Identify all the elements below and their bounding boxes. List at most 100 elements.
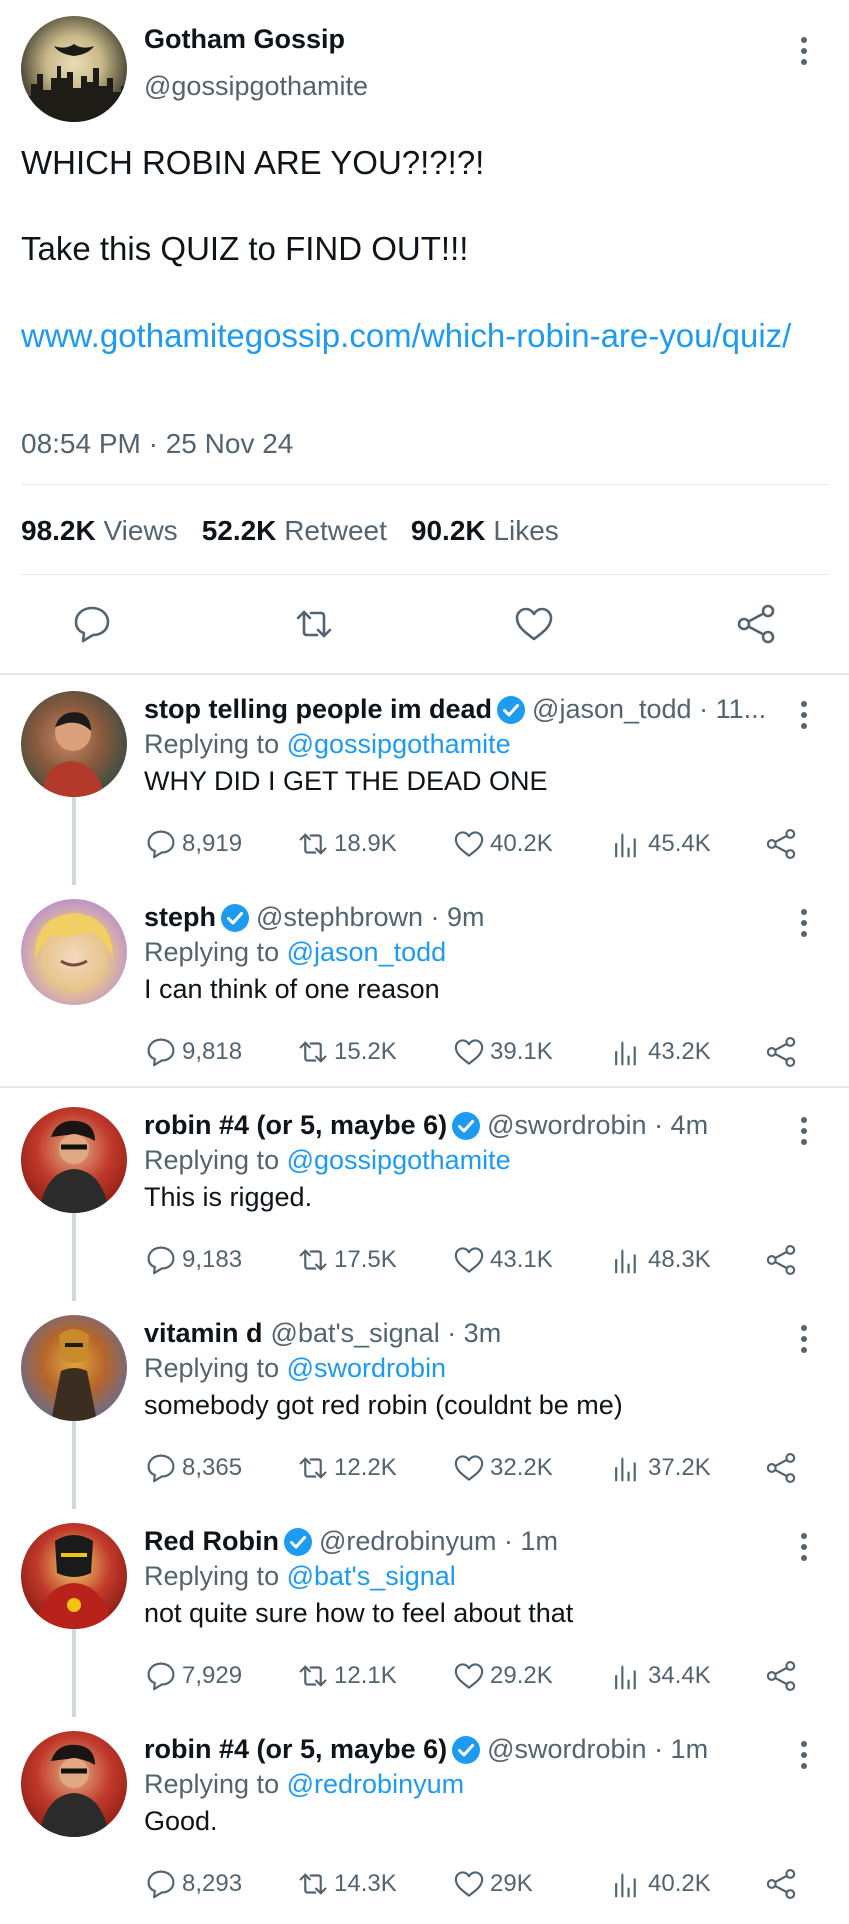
more-options-icon[interactable] xyxy=(794,1738,814,1772)
like-button[interactable]: 32.2K xyxy=(452,1450,553,1486)
views-button[interactable]: 37.2K xyxy=(610,1450,711,1486)
display-name[interactable]: vitamin d xyxy=(144,1318,263,1349)
retweet-count: 14.3K xyxy=(334,1870,397,1897)
views-count: 37.2K xyxy=(648,1454,711,1481)
share-button[interactable] xyxy=(764,1034,802,1070)
views-button[interactable]: 48.3K xyxy=(610,1242,711,1278)
reply-count: 9,818 xyxy=(182,1038,243,1065)
replying-to-handle[interactable]: @gossipgothamite xyxy=(287,729,511,759)
reply-text: I can think of one reason xyxy=(144,974,440,1004)
retweet-icon[interactable] xyxy=(292,602,336,646)
share-icon[interactable] xyxy=(734,602,778,646)
reply-tweet: robin #4 (or 5, maybe 6) @swordrobin · 4… xyxy=(0,1092,849,1301)
reply-icon[interactable] xyxy=(70,602,114,646)
reply-tweet: stop telling people im dead @jason_todd … xyxy=(0,676,849,885)
views-icon xyxy=(615,1041,636,1066)
display-name[interactable]: Red Robin xyxy=(144,1526,279,1557)
retweet-button[interactable]: 14.3K xyxy=(296,1866,397,1902)
reply-button[interactable]: 7,929 xyxy=(144,1658,242,1694)
avatar[interactable] xyxy=(21,1731,127,1837)
reply-button[interactable]: 9,818 xyxy=(144,1034,242,1070)
views-stat[interactable]: 98.2K Views xyxy=(21,515,178,547)
share-button[interactable] xyxy=(764,1242,802,1278)
reply-text: Good. xyxy=(144,1806,218,1836)
avatar[interactable] xyxy=(21,691,127,797)
avatar[interactable] xyxy=(21,1107,127,1213)
reply-button[interactable]: 8,919 xyxy=(144,826,242,862)
display-name[interactable]: robin #4 (or 5, maybe 6) xyxy=(144,1734,447,1765)
retweet-button[interactable]: 12.2K xyxy=(296,1450,397,1486)
thread-line xyxy=(72,1421,76,1509)
reply-actions: 8,365 12.2K 32.2K 37.2K xyxy=(144,1450,804,1486)
retweet-button[interactable]: 18.9K xyxy=(296,826,397,862)
share-button[interactable] xyxy=(764,826,802,862)
verified-badge-icon xyxy=(497,695,526,724)
views-icon xyxy=(615,833,636,858)
replying-to: Replying to @bat's_signal xyxy=(144,1561,456,1592)
handle-and-time[interactable]: @swordrobin · 1m xyxy=(487,1734,708,1765)
handle-and-time[interactable]: @stephbrown · 9m xyxy=(256,902,485,933)
like-button[interactable]: 29K xyxy=(452,1866,533,1902)
reply-text: not quite sure how to feel about that xyxy=(144,1598,574,1628)
like-icon xyxy=(454,1039,484,1065)
share-icon xyxy=(766,1869,796,1899)
like-button[interactable]: 40.2K xyxy=(452,826,553,862)
reply-actions: 7,929 12.1K 29.2K 34.4K xyxy=(144,1658,804,1694)
replying-to-handle[interactable]: @bat's_signal xyxy=(287,1561,456,1591)
views-button[interactable]: 43.2K xyxy=(610,1034,711,1070)
replying-to-handle[interactable]: @redrobinyum xyxy=(287,1769,464,1799)
more-options-icon[interactable] xyxy=(794,1322,814,1356)
retweet-button[interactable]: 15.2K xyxy=(296,1034,397,1070)
views-button[interactable]: 40.2K xyxy=(610,1866,711,1902)
share-button[interactable] xyxy=(764,1866,802,1902)
tweet-text-line-1: WHICH ROBIN ARE YOU?!?!?! xyxy=(21,144,485,181)
views-count: 48.3K xyxy=(648,1246,711,1273)
views-button[interactable]: 45.4K xyxy=(610,826,711,862)
replying-to-handle[interactable]: @gossipgothamite xyxy=(287,1145,511,1175)
likes-stat[interactable]: 90.2K Likes xyxy=(411,515,559,547)
thread-line xyxy=(72,1629,76,1717)
more-options-icon[interactable] xyxy=(794,698,814,732)
handle-and-time[interactable]: @redrobinyum · 1m xyxy=(319,1526,558,1557)
retweet-button[interactable]: 17.5K xyxy=(296,1242,397,1278)
main-tweet: Gotham Gossip @gossipgothamite WHICH ROB… xyxy=(0,0,849,672)
share-button[interactable] xyxy=(764,1658,802,1694)
retweet-count: 17.5K xyxy=(334,1246,397,1273)
handle-and-time[interactable]: @swordrobin · 4m xyxy=(487,1110,708,1141)
thread-line xyxy=(72,797,76,885)
like-icon xyxy=(454,831,484,857)
reply-button[interactable]: 9,183 xyxy=(144,1242,242,1278)
more-options-icon[interactable] xyxy=(794,1530,814,1564)
author-name[interactable]: Gotham Gossip xyxy=(144,24,345,55)
reply-icon xyxy=(147,1246,175,1275)
handle-and-time[interactable]: @jason_todd · 11... xyxy=(532,694,766,725)
views-button[interactable]: 34.4K xyxy=(610,1658,711,1694)
reply-actions: 8,919 18.9K 40.2K 45.4K xyxy=(144,826,804,862)
like-icon[interactable] xyxy=(512,602,556,646)
more-options-icon[interactable] xyxy=(794,906,814,940)
like-button[interactable]: 43.1K xyxy=(452,1242,553,1278)
avatar[interactable] xyxy=(21,899,127,1005)
reply-button[interactable]: 8,365 xyxy=(144,1450,242,1486)
display-name[interactable]: robin #4 (or 5, maybe 6) xyxy=(144,1110,447,1141)
retweet-button[interactable]: 12.1K xyxy=(296,1658,397,1694)
display-name[interactable]: stop telling people im dead xyxy=(144,694,492,725)
reply-count: 8,919 xyxy=(182,830,243,857)
author-handle[interactable]: @gossipgothamite xyxy=(144,71,368,102)
author-avatar[interactable] xyxy=(21,16,127,122)
avatar[interactable] xyxy=(21,1315,127,1421)
handle-and-time[interactable]: @bat's_signal · 3m xyxy=(271,1318,502,1349)
avatar[interactable] xyxy=(21,1523,127,1629)
more-options-icon[interactable] xyxy=(794,1114,814,1148)
replying-to-handle[interactable]: @jason_todd xyxy=(287,937,447,967)
reply-button[interactable]: 8,293 xyxy=(144,1866,242,1902)
display-name[interactable]: steph xyxy=(144,902,216,933)
like-button[interactable]: 39.1K xyxy=(452,1034,553,1070)
replying-to-handle[interactable]: @swordrobin xyxy=(287,1353,446,1383)
more-options-icon[interactable] xyxy=(794,34,814,68)
share-button[interactable] xyxy=(764,1450,802,1486)
reply-text: somebody got red robin (couldnt be me) xyxy=(144,1390,623,1420)
like-button[interactable]: 29.2K xyxy=(452,1658,553,1694)
quiz-link[interactable]: www.gothamitegossip.com/which-robin-are-… xyxy=(21,314,836,358)
retweets-stat[interactable]: 52.2K Retweet xyxy=(202,515,387,547)
